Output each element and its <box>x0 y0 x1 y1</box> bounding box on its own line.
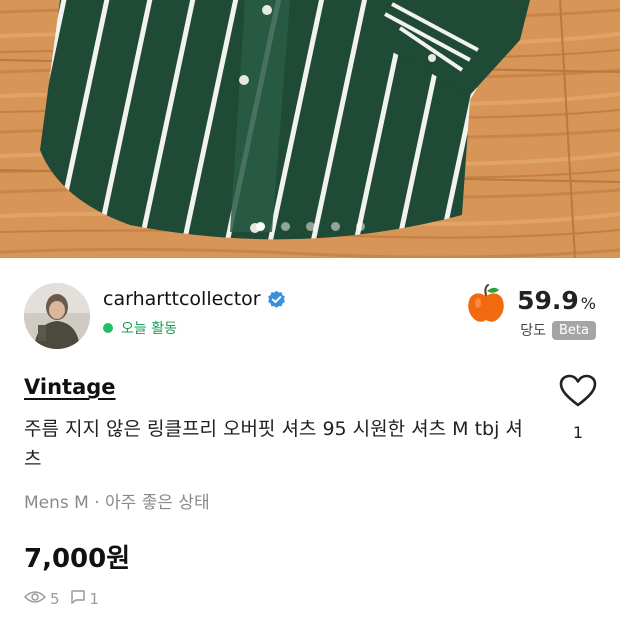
pagination-dot[interactable] <box>355 222 365 231</box>
listing-price: 7,000원 <box>24 544 131 574</box>
listing-condition: Mens M · 아주 좋은 상태 <box>24 493 210 513</box>
seller-sweetness-score[interactable]: 59.9% 당도 Beta <box>456 282 596 342</box>
seller-avatar[interactable] <box>24 283 90 349</box>
listing-stats: 5 1 <box>23 589 100 609</box>
comment-count: 1 <box>89 590 100 608</box>
activity-text: 오늘 활동 <box>121 321 177 337</box>
sweetness-label-row: 당도 Beta <box>520 320 596 340</box>
beta-badge: Beta <box>552 320 596 340</box>
seller-username[interactable]: carharttcollector <box>103 288 286 310</box>
comment-icon <box>70 589 86 609</box>
online-dot-icon <box>103 323 113 333</box>
brand-link[interactable]: Vintage <box>24 375 116 399</box>
seller-username-text: carharttcollector <box>103 288 261 310</box>
pagination-dot[interactable] <box>280 222 290 231</box>
seller-section: carharttcollector 오늘 활동 59.9% 당도 Beta <box>0 258 620 354</box>
gallery-pagination <box>0 222 620 231</box>
heart-icon <box>559 374 597 407</box>
listing-title: 주름 지지 않은 링클프리 오버핏 셔츠 95 시원한 셔츠 M tbj 셔츠 <box>24 418 523 470</box>
like-count: 1 <box>572 423 584 442</box>
product-photo[interactable] <box>0 0 620 258</box>
pagination-dot-active[interactable] <box>255 222 265 231</box>
view-count: 5 <box>50 590 60 608</box>
verified-badge-icon <box>267 290 286 309</box>
sweetness-value: 59.9% <box>517 286 596 315</box>
sweetness-number: 59.9 <box>517 286 579 315</box>
product-image <box>0 0 620 258</box>
eye-icon <box>23 590 47 608</box>
sweetness-label: 당도 <box>520 323 547 339</box>
seller-activity-status: 오늘 활동 <box>103 318 177 338</box>
like-button[interactable] <box>558 374 598 408</box>
pagination-dot[interactable] <box>305 222 315 231</box>
pagination-dot[interactable] <box>330 222 340 231</box>
orange-apple-icon <box>466 284 506 324</box>
sweetness-unit: % <box>580 294 596 313</box>
